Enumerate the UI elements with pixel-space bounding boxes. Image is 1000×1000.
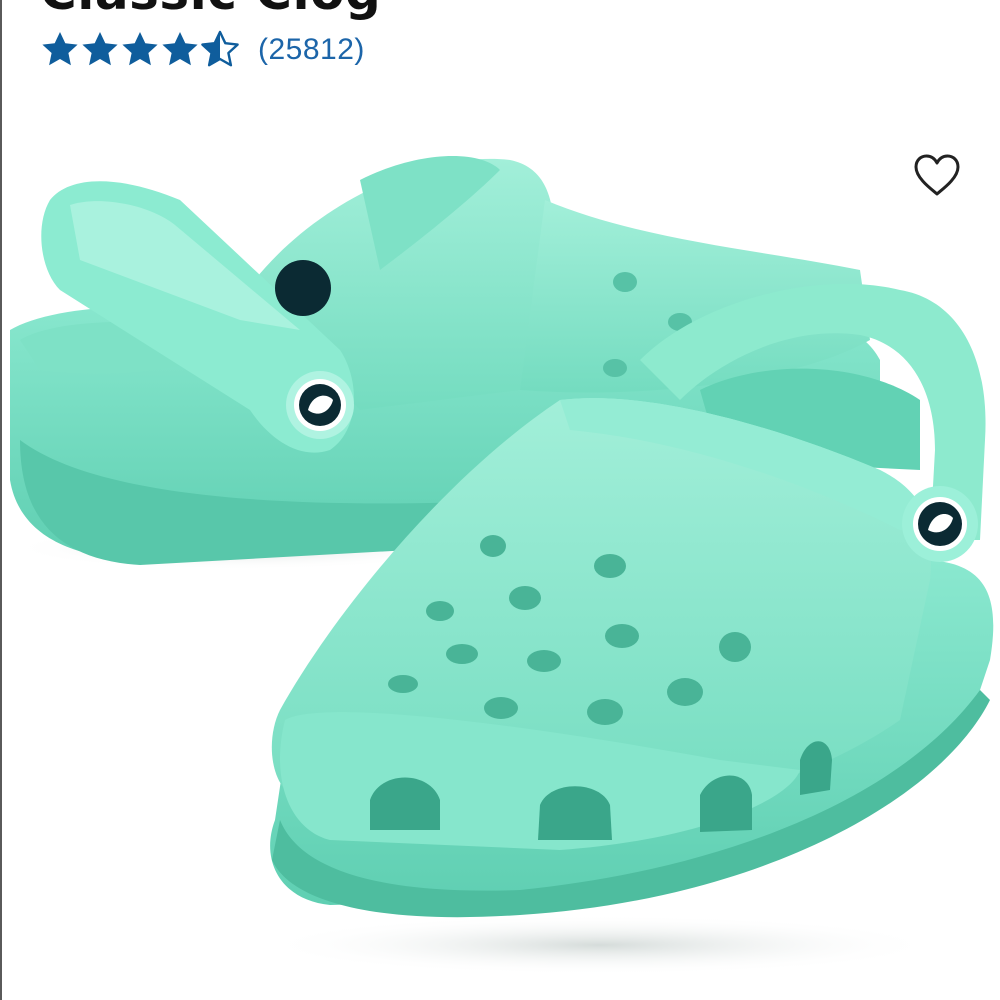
vent-hole	[426, 601, 454, 621]
product-title: Classic Clog	[40, 0, 381, 17]
star-rating	[40, 30, 240, 70]
rating-summary[interactable]: (25812)	[40, 28, 365, 72]
review-count-link[interactable]: (25812)	[258, 33, 365, 67]
star-icon	[201, 30, 239, 67]
star-icon	[42, 32, 78, 66]
vent-hole	[446, 644, 478, 664]
vent-hole	[388, 675, 418, 693]
vent-hole	[480, 535, 506, 557]
ground-shadow-front	[260, 915, 940, 975]
star-icon	[122, 32, 158, 66]
star-icon	[82, 32, 118, 66]
vent-hole	[509, 586, 541, 610]
vent-hole	[594, 554, 626, 578]
vent-hole	[605, 624, 639, 648]
product-image	[10, 156, 994, 975]
vent-hole	[587, 699, 623, 725]
star-icon	[162, 32, 198, 66]
vent-hole	[484, 697, 518, 719]
vent-hole	[527, 650, 561, 672]
vent-hole	[667, 678, 703, 706]
vent-hole	[719, 632, 751, 662]
